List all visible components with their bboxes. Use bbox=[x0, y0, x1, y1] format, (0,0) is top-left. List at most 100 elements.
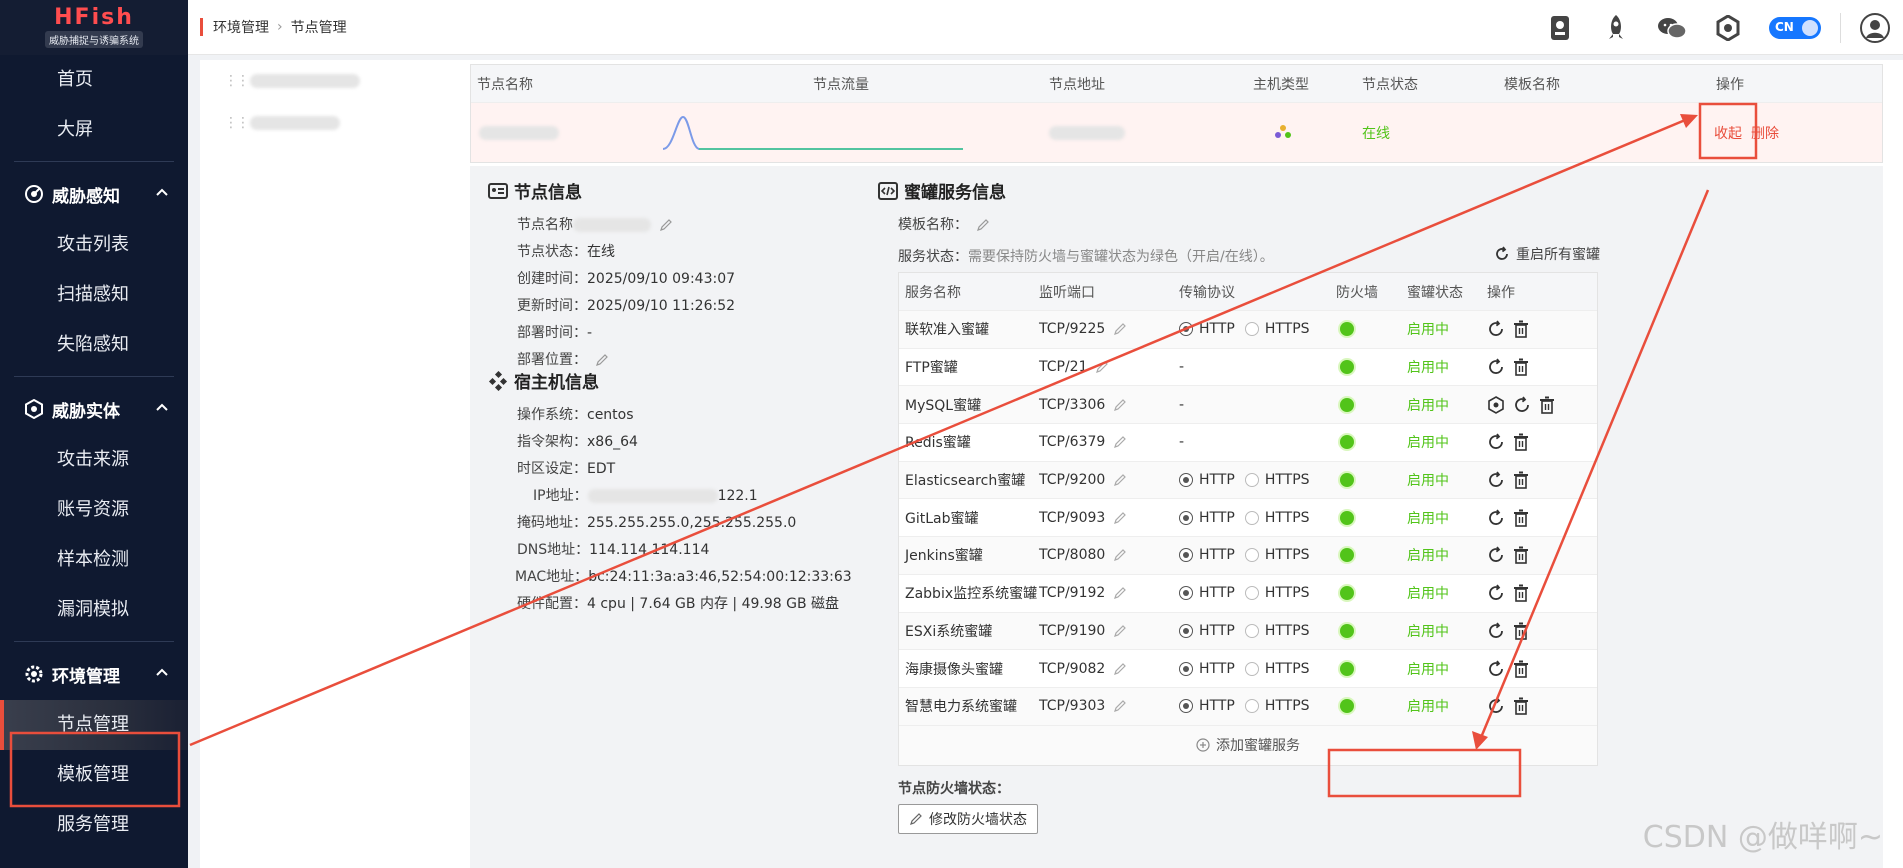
refresh-icon[interactable] bbox=[1487, 659, 1505, 678]
sidebar-item-home[interactable]: 首页 bbox=[0, 55, 188, 105]
trash-icon[interactable] bbox=[1513, 622, 1529, 640]
trash-icon[interactable] bbox=[1513, 433, 1529, 452]
table-row[interactable]: Elasticsearch蜜罐 TCP/9200 HTTP HTTPS 启用中 bbox=[899, 460, 1597, 499]
radio-https[interactable] bbox=[1244, 586, 1259, 601]
edit-pencil-icon[interactable] bbox=[1095, 360, 1109, 374]
drag-handle-icon[interactable]: ⋮⋮ bbox=[224, 115, 250, 131]
radio-https[interactable] bbox=[1244, 623, 1259, 638]
edit-pencil-icon[interactable] bbox=[1113, 662, 1127, 676]
hexagon-settings-icon[interactable] bbox=[1487, 395, 1505, 414]
table-row[interactable]: Zabbix监控系统蜜罐 TCP/9192 HTTP HTTPS 启用中 bbox=[899, 573, 1597, 612]
refresh-icon[interactable] bbox=[1487, 697, 1505, 715]
refresh-icon[interactable] bbox=[1487, 584, 1505, 602]
edit-pencil-icon[interactable] bbox=[1113, 699, 1127, 713]
sidebar-item-attack-list[interactable]: 攻击列表 bbox=[0, 220, 188, 270]
sidebar-item-bigscreen[interactable]: 大屏 bbox=[0, 105, 188, 155]
sidebar-item-template-management[interactable]: 模板管理 bbox=[0, 750, 188, 800]
table-row[interactable]: 智慧电力系统蜜罐 TCP/9303 HTTP HTTPS 启用中 bbox=[899, 686, 1597, 725]
refresh-icon[interactable] bbox=[1487, 546, 1505, 564]
edit-pencil-icon[interactable] bbox=[595, 353, 609, 367]
refresh-icon[interactable] bbox=[1487, 320, 1505, 338]
edit-pencil-icon[interactable] bbox=[1113, 398, 1127, 412]
sidebar-group-threat-perception[interactable]: 威胁感知 bbox=[0, 168, 188, 220]
rocket-icon[interactable] bbox=[1601, 13, 1631, 43]
restart-all-button[interactable]: 重启所有蜜罐 bbox=[1494, 244, 1600, 264]
edit-pencil-icon[interactable] bbox=[1113, 624, 1127, 638]
edit-pencil-icon[interactable] bbox=[976, 218, 990, 232]
user-avatar-icon[interactable] bbox=[1860, 12, 1890, 43]
refresh-icon[interactable] bbox=[1513, 396, 1531, 414]
table-row[interactable]: FTP蜜罐 TCP/21 - 启用中 bbox=[899, 347, 1597, 386]
breadcrumb-item[interactable]: 环境管理 bbox=[213, 17, 269, 37]
trash-icon[interactable] bbox=[1513, 358, 1529, 376]
radio-http[interactable] bbox=[1179, 322, 1193, 337]
trash-icon[interactable] bbox=[1513, 320, 1529, 339]
table-row[interactable]: 在线 收起 删除 bbox=[471, 102, 1882, 162]
sidebar-item-node-management[interactable]: 节点管理 bbox=[0, 700, 188, 750]
refresh-icon[interactable] bbox=[1487, 509, 1505, 527]
edit-pencil-icon[interactable] bbox=[1113, 548, 1127, 562]
edit-pencil-icon[interactable] bbox=[659, 218, 673, 232]
edit-pencil-icon[interactable] bbox=[1113, 322, 1127, 336]
sidebar-group-threat-entity[interactable]: 威胁实体 bbox=[0, 383, 188, 435]
radio-http[interactable] bbox=[1179, 548, 1193, 563]
radio-http[interactable] bbox=[1179, 661, 1193, 676]
trash-icon[interactable] bbox=[1513, 509, 1529, 527]
table-row[interactable]: MySQL蜜罐 TCP/3306 - 启用中 bbox=[899, 385, 1597, 424]
radio-http[interactable] bbox=[1179, 699, 1193, 714]
edit-pencil-icon[interactable] bbox=[1113, 473, 1127, 487]
radio-https[interactable] bbox=[1244, 322, 1259, 337]
table-row[interactable]: GitLab蜜罐 TCP/9093 HTTP HTTPS 启用中 bbox=[899, 498, 1597, 536]
radio-http[interactable] bbox=[1179, 623, 1193, 638]
radio-https[interactable] bbox=[1244, 473, 1259, 488]
edit-pencil-icon[interactable] bbox=[1113, 511, 1127, 525]
sidebar-item-attack-source[interactable]: 攻击来源 bbox=[0, 435, 188, 485]
sidebar-group-env-management[interactable]: 环境管理 bbox=[0, 648, 188, 700]
radio-https[interactable] bbox=[1244, 661, 1259, 676]
table-row[interactable]: 海康摄像头蜜罐 TCP/9082 HTTP HTTPS 启用中 bbox=[899, 649, 1597, 687]
port-value: TCP/6379 bbox=[1039, 434, 1106, 451]
radio-https[interactable] bbox=[1244, 510, 1259, 525]
trash-icon[interactable] bbox=[1513, 660, 1529, 678]
trash-icon[interactable] bbox=[1513, 584, 1529, 602]
refresh-icon[interactable] bbox=[1487, 433, 1505, 451]
radio-http[interactable] bbox=[1179, 473, 1193, 488]
wechat-icon[interactable] bbox=[1657, 13, 1687, 43]
refresh-icon[interactable] bbox=[1487, 471, 1505, 489]
sidebar-item-service-management[interactable]: 服务管理 bbox=[0, 800, 188, 850]
radio-https[interactable] bbox=[1244, 548, 1259, 563]
hexagon-settings-icon[interactable] bbox=[1713, 13, 1743, 43]
edit-pencil-icon[interactable] bbox=[1113, 435, 1127, 449]
radio-http[interactable] bbox=[1179, 586, 1193, 601]
trash-icon[interactable] bbox=[1513, 471, 1529, 489]
report-icon[interactable] bbox=[1545, 13, 1575, 43]
radio-http[interactable] bbox=[1179, 510, 1193, 525]
list-item[interactable]: ⋮⋮ bbox=[200, 60, 450, 102]
refresh-icon[interactable] bbox=[1487, 358, 1505, 376]
drag-handle-icon[interactable]: ⋮⋮ bbox=[224, 73, 250, 89]
refresh-icon[interactable] bbox=[1487, 622, 1505, 640]
list-item[interactable]: ⋮⋮ bbox=[200, 102, 450, 144]
trash-icon[interactable] bbox=[1513, 697, 1529, 716]
table-row[interactable]: Jenkins蜜罐 TCP/8080 HTTP HTTPS 启用中 bbox=[899, 536, 1597, 574]
sidebar-item-compromise-perception[interactable]: 失陷感知 bbox=[0, 320, 188, 370]
radio-https[interactable] bbox=[1244, 699, 1259, 714]
add-service-button[interactable]: 添加蜜罐服务 bbox=[899, 724, 1597, 765]
edit-pencil-icon[interactable] bbox=[1113, 586, 1127, 600]
table-row[interactable]: Redis蜜罐 TCP/6379 - 启用中 bbox=[899, 423, 1597, 461]
honeypot-status: 启用中 bbox=[1407, 473, 1449, 490]
edit-firewall-button[interactable]: 修改防火墙状态 bbox=[898, 804, 1038, 834]
sidebar-item-account-resource[interactable]: 账号资源 bbox=[0, 485, 188, 535]
table-row[interactable]: ESXi系统蜜罐 TCP/9190 HTTP HTTPS 启用中 bbox=[899, 611, 1597, 650]
logo[interactable]: HFish 威胁捕捉与诱骗系统 bbox=[0, 0, 188, 55]
delete-link[interactable]: 删除 bbox=[1751, 123, 1779, 143]
sidebar-item-vuln-simulation[interactable]: 漏洞模拟 bbox=[0, 585, 188, 635]
sidebar-item-sample-detection[interactable]: 样本检测 bbox=[0, 535, 188, 585]
collapse-link[interactable]: 收起 bbox=[1714, 123, 1742, 143]
field-value: - bbox=[587, 325, 593, 341]
table-row[interactable]: 联软准入蜜罐 TCP/9225 HTTP HTTPS 启用中 bbox=[899, 310, 1597, 348]
sidebar-item-scan-perception[interactable]: 扫描感知 bbox=[0, 270, 188, 320]
trash-icon[interactable] bbox=[1513, 546, 1529, 565]
trash-icon[interactable] bbox=[1539, 396, 1555, 414]
language-toggle[interactable]: CN bbox=[1769, 16, 1821, 39]
